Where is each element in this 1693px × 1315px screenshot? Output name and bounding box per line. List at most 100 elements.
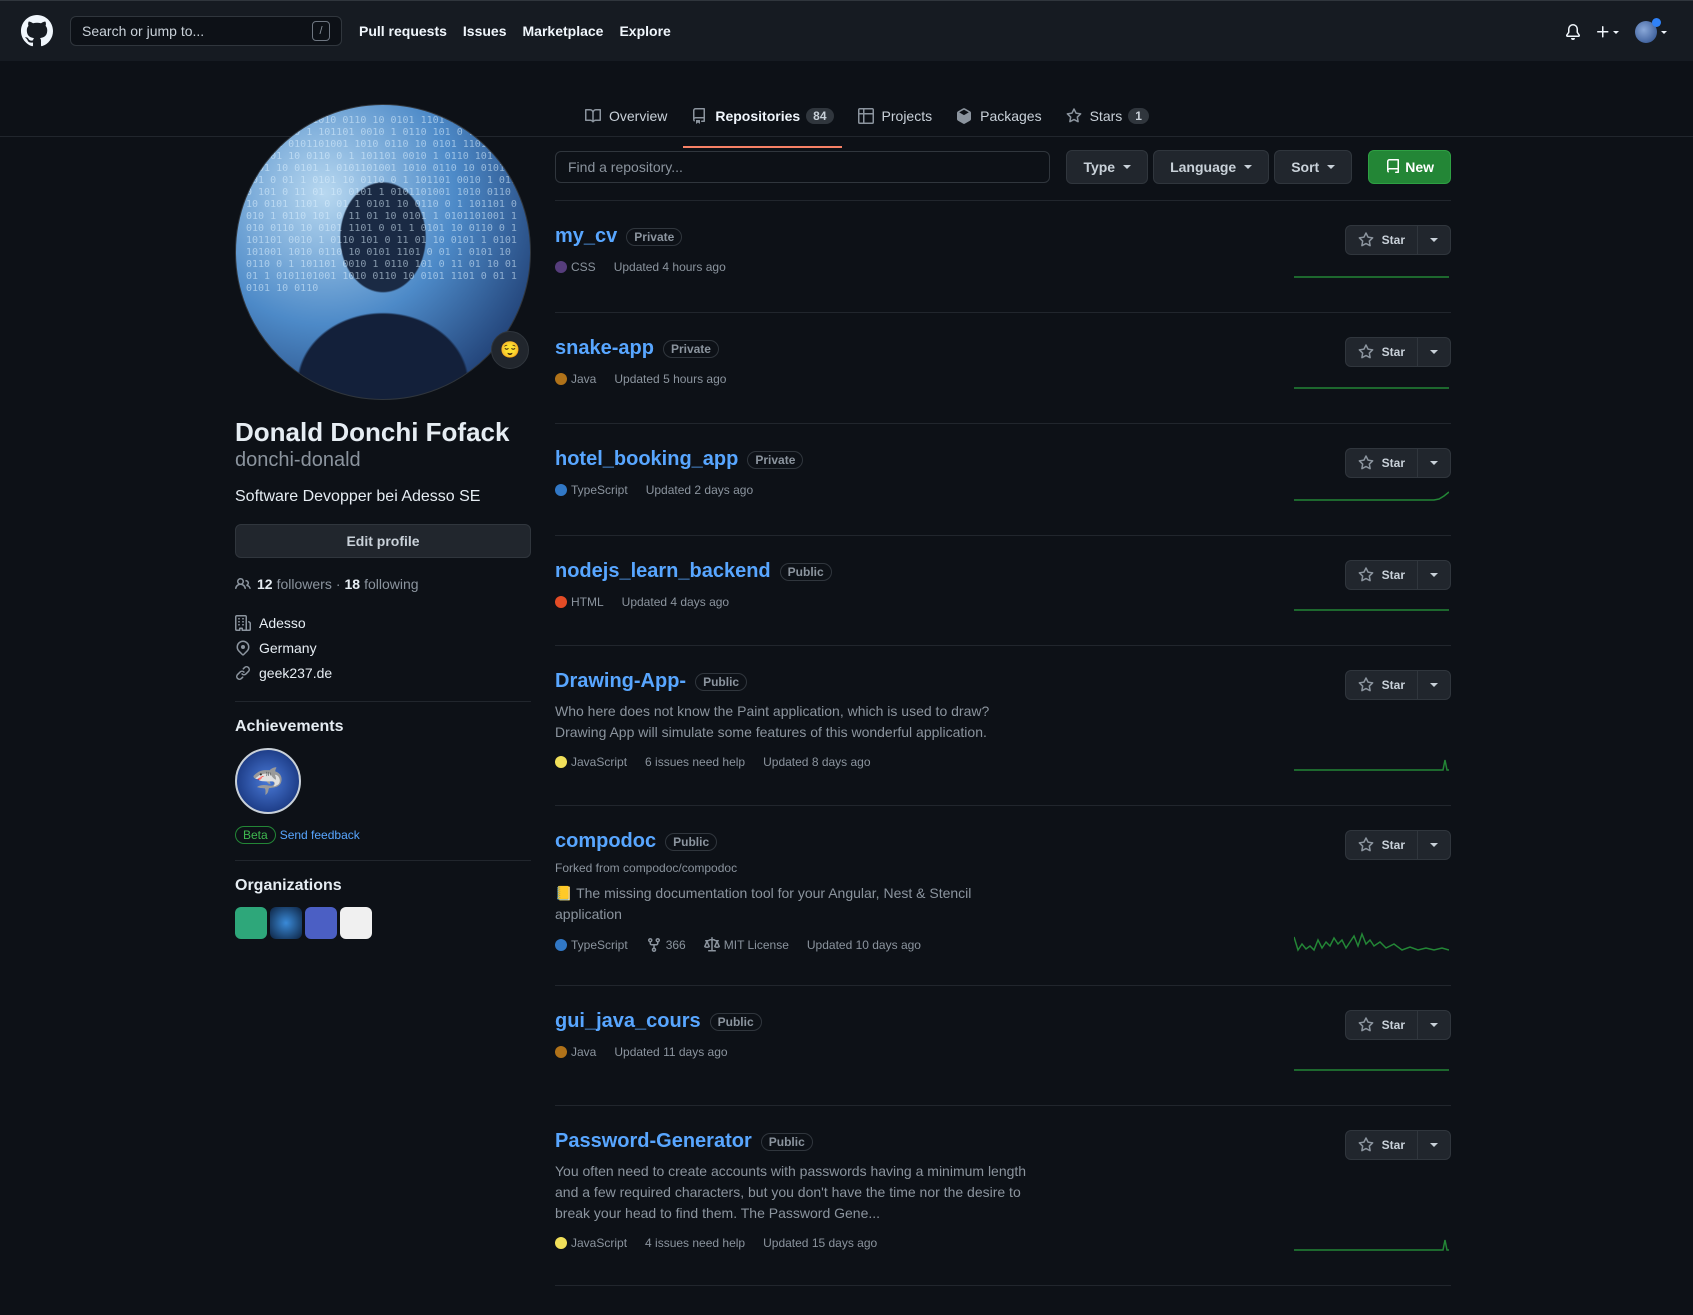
repo-name-link[interactable]: my_cv (555, 225, 617, 248)
issues-need-help-link[interactable]: 4 issues need help (645, 1236, 745, 1250)
find-repository-input[interactable]: Find a repository... (555, 151, 1051, 183)
tab-stars[interactable]: Stars 1 (1058, 96, 1157, 136)
language-filter-button[interactable]: Language (1153, 150, 1270, 184)
user-avatar-menu[interactable] (1635, 17, 1669, 43)
profile-username: donchi-donald (235, 449, 361, 471)
people-icon (235, 577, 251, 590)
sort-filter-button[interactable]: Sort (1274, 150, 1353, 184)
organizations-list (235, 907, 531, 939)
achievement-badge-icon[interactable]: 🦈 (235, 748, 301, 814)
visibility-badge: Public (665, 832, 718, 851)
repo-language: Java (555, 372, 596, 386)
star-button[interactable]: Star (1346, 1131, 1418, 1159)
forks-link[interactable]: 366 (646, 937, 686, 953)
updated-time: Updated 5 hours ago (614, 372, 727, 386)
plus-menu-icon[interactable] (1595, 24, 1621, 40)
github-logo-icon[interactable] (21, 15, 53, 47)
repo-name-link[interactable]: Drawing-App- (555, 670, 686, 693)
repositories-panel: Find a repository... Type Language Sort … (555, 150, 1451, 1286)
tab-overview-label: Overview (609, 108, 668, 124)
star-label: Star (1381, 456, 1405, 470)
repo-name-link[interactable]: snake-app (555, 337, 654, 360)
tab-projects[interactable]: Projects (850, 96, 941, 136)
star-button-group: Star (1344, 670, 1451, 700)
nav-marketplace[interactable]: Marketplace (523, 23, 604, 39)
repo-name-link[interactable]: compodoc (555, 830, 656, 853)
link-icon (236, 665, 250, 680)
star-button[interactable]: Star (1346, 831, 1418, 859)
star-button-group: Star (1344, 1010, 1451, 1040)
issues-need-help-link[interactable]: 6 issues need help (645, 755, 745, 769)
new-button-label: New (1405, 159, 1434, 175)
nav-pull-requests[interactable]: Pull requests (359, 23, 447, 39)
table-icon (857, 108, 874, 124)
location-icon (236, 639, 250, 656)
repo-language: JavaScript (555, 1236, 627, 1250)
type-filter-button[interactable]: Type (1066, 150, 1149, 184)
website-row[interactable]: geek237.de (235, 660, 531, 685)
repo-name-link[interactable]: Password-Generator (555, 1130, 752, 1153)
caret-down-icon (1430, 238, 1438, 242)
following-link[interactable]: 18 following (345, 576, 419, 592)
tab-repositories-label: Repositories (715, 108, 801, 124)
language-label: Java (571, 372, 597, 386)
star-button[interactable]: Star (1346, 1011, 1418, 1039)
star-button[interactable]: Star (1346, 671, 1418, 699)
package-icon (957, 108, 972, 124)
language-filter-label: Language (1170, 159, 1237, 175)
repo-item: nodejs_learn_backend Public HTML Updated 4 … (555, 536, 1451, 646)
language-color-dot (555, 261, 567, 273)
repo-item: hotel_booking_app Private TypeScript Update… (555, 424, 1451, 536)
star-list-dropdown[interactable] (1418, 1131, 1450, 1159)
org-avatar-3[interactable] (305, 907, 337, 939)
type-filter-label: Type (1083, 159, 1116, 175)
repo-item: Password-Generator Public You often need t… (555, 1106, 1451, 1286)
tab-packages[interactable]: Packages (948, 96, 1049, 136)
forks-count: 366 (665, 938, 686, 952)
star-list-dropdown[interactable] (1418, 1011, 1450, 1039)
search-input[interactable]: Search or jump to... / (70, 16, 342, 46)
nav-issues[interactable]: Issues (463, 23, 507, 39)
star-icon (1358, 344, 1374, 359)
followers-link[interactable]: 12 followers (257, 576, 332, 592)
updated-time: Updated 8 days ago (763, 755, 871, 769)
forked-from[interactable]: Forked from compodoc/compodoc (555, 861, 1451, 875)
binary-pattern: 0101101001 1010 0110 10 0101 1101 0 01 1… (246, 115, 517, 294)
bell-icon[interactable] (1565, 23, 1581, 40)
star-list-dropdown[interactable] (1418, 831, 1450, 859)
caret-down-icon (1430, 1023, 1438, 1027)
followers-count: 12 (257, 576, 273, 592)
org-avatar-1[interactable] (235, 907, 267, 939)
repo-name-link[interactable]: nodejs_learn_backend (555, 560, 771, 583)
edit-profile-button[interactable]: Edit profile (235, 524, 531, 558)
language-label: CSS (571, 260, 596, 274)
repo-name-link[interactable]: hotel_booking_app (555, 448, 738, 471)
top-navigation-bar: Search or jump to... / Pull requests Iss… (0, 0, 1693, 61)
slash-shortcut-hint: / (312, 21, 330, 41)
status-emoji-button[interactable]: 😌 (491, 331, 529, 369)
repo-language: Java (555, 1045, 596, 1059)
updated-time: Updated 2 days ago (645, 483, 754, 497)
profile-photo[interactable]: 0101101001 1010 0110 10 0101 1101 0 01 1… (235, 104, 531, 400)
org-avatar-4[interactable] (340, 907, 372, 939)
star-icon (1066, 108, 1082, 123)
send-feedback-link[interactable]: Send feedback (280, 828, 360, 842)
nav-explore[interactable]: Explore (619, 23, 670, 39)
new-repository-button[interactable]: New (1368, 150, 1451, 184)
license-label: MIT License (723, 938, 789, 952)
updated-time: Updated 4 hours ago (613, 260, 726, 274)
repo-language: CSS (555, 260, 596, 274)
tab-packages-label: Packages (980, 108, 1042, 124)
search-placeholder: Search or jump to... (82, 23, 205, 39)
visibility-badge: Public (695, 672, 748, 691)
language-label: HTML (571, 595, 604, 609)
star-list-dropdown[interactable] (1418, 671, 1450, 699)
website-link[interactable]: geek237.de (259, 665, 332, 681)
repo-name-link[interactable]: gui_java_cours (555, 1010, 701, 1033)
tab-stars-label: Stars (1089, 108, 1123, 124)
tab-overview[interactable]: Overview (577, 96, 675, 136)
updated-time: Updated 4 days ago (621, 595, 730, 609)
org-avatar-2[interactable] (270, 907, 302, 939)
tab-repositories[interactable]: Repositories 84 (683, 96, 842, 148)
visibility-badge: Private (747, 450, 804, 469)
